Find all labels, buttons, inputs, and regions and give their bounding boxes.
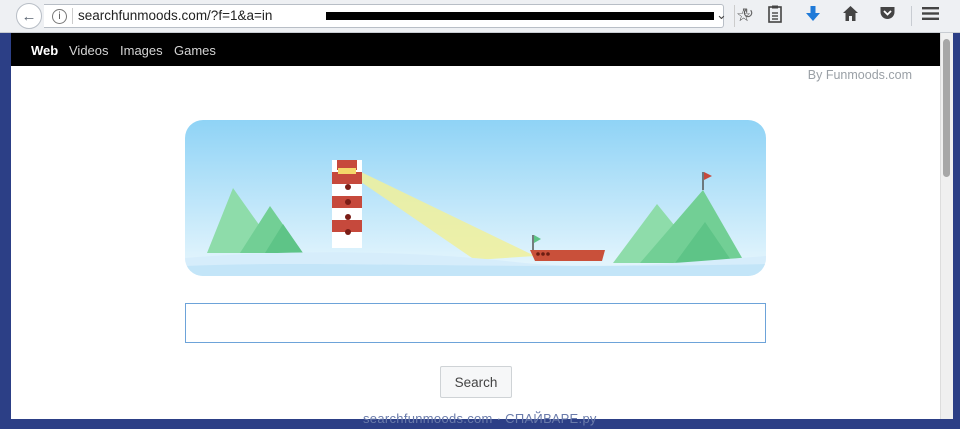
nav-web[interactable]: Web [31, 43, 58, 58]
scrollbar[interactable] [940, 33, 953, 419]
nav-images[interactable]: Images [120, 43, 163, 58]
search-nav-bar: Web Videos Images Games [11, 33, 940, 66]
url-text[interactable]: searchfunmoods.com/?f=1&a=in [78, 8, 272, 23]
nav-games[interactable]: Games [174, 43, 216, 58]
scroll-thumb[interactable] [943, 39, 950, 177]
hamburger-menu-icon[interactable] [922, 5, 939, 27]
toolbar-separator [911, 6, 912, 26]
url-redaction [326, 12, 714, 20]
url-separator [72, 8, 73, 24]
nav-videos[interactable]: Videos [69, 43, 109, 58]
browser-toolbar: ← i searchfunmoods.com/?f=1&a=in ⌄ ↻ ☆ [0, 0, 960, 33]
pocket-icon[interactable] [879, 5, 896, 27]
home-icon[interactable] [842, 5, 859, 28]
watermark-text: searchfunmoods.com · СПАЙВАРЕ.ру [363, 411, 597, 426]
url-divider [734, 5, 735, 27]
address-bar[interactable]: i searchfunmoods.com/?f=1&a=in ⌄ ↻ [44, 4, 754, 28]
star-icon[interactable]: ☆ [736, 5, 751, 27]
download-arrow-icon[interactable] [805, 5, 821, 29]
clipboard-icon[interactable] [767, 5, 783, 29]
hero-illustration [185, 120, 766, 276]
page-viewport: Web Videos Images Games By Funmoods.com [11, 33, 940, 419]
search-input[interactable] [185, 303, 766, 343]
chevron-down-icon[interactable]: ⌄ [716, 7, 727, 23]
search-button[interactable]: Search [440, 366, 512, 398]
back-arrow-icon[interactable]: ← [16, 3, 42, 29]
info-icon[interactable]: i [52, 9, 67, 24]
brand-link[interactable]: By Funmoods.com [808, 68, 912, 82]
